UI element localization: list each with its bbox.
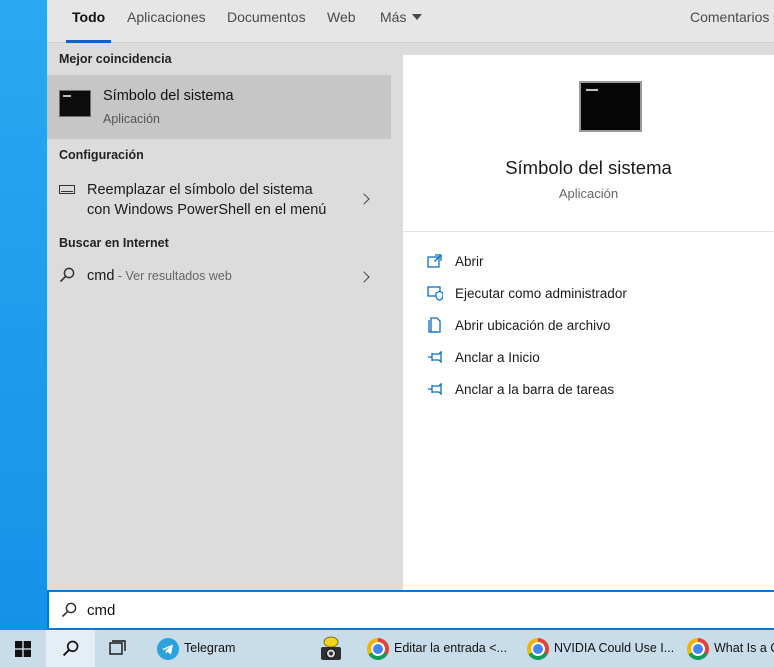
feedback-link[interactable]: Comentarios <box>690 0 769 43</box>
search-icon <box>62 640 79 657</box>
tab-apps[interactable]: Aplicaciones <box>127 0 206 43</box>
open-icon <box>427 254 442 268</box>
search-input[interactable] <box>87 599 687 621</box>
search-panel: Todo Aplicaciones Documentos Web Más Com… <box>47 0 774 630</box>
chevron-right-icon <box>358 193 370 205</box>
web-query: cmd <box>87 268 115 284</box>
chevron-down-icon <box>412 14 423 20</box>
tab-all[interactable]: Todo <box>65 0 112 43</box>
settings-heading: Configuración <box>59 148 144 162</box>
web-search-label: cmd - Ver resultados web <box>87 268 232 284</box>
setting-replace-powershell[interactable]: Reemplazar el símbolo del sistema con Wi… <box>47 177 391 221</box>
setting-label: Reemplazar el símbolo del sistema con Wi… <box>87 180 347 220</box>
chrome-icon <box>527 638 549 660</box>
chevron-right-icon <box>358 271 370 283</box>
chrome-icon <box>367 638 389 660</box>
telegram-icon <box>157 638 179 660</box>
best-match-name: Símbolo del sistema <box>103 88 234 104</box>
search-icon <box>61 602 77 618</box>
search-icon <box>59 267 75 283</box>
command-prompt-icon <box>59 90 91 117</box>
action-open[interactable]: Abrir <box>427 252 747 274</box>
setting-label-line2: con Windows PowerShell en el menú <box>87 202 327 218</box>
taskbar: Telegram Editar la entrada <... NVIDIA C… <box>0 630 774 667</box>
file-location-icon <box>428 317 441 333</box>
preview-header: Símbolo del sistema Aplicación <box>403 55 774 232</box>
camera-icon <box>321 636 341 660</box>
taskbar-camera-app[interactable] <box>319 630 345 667</box>
search-tabs: Todo Aplicaciones Documentos Web Más Com… <box>47 0 774 43</box>
shield-icon <box>427 286 443 301</box>
pin-icon <box>428 350 442 364</box>
desktop-background <box>0 0 47 630</box>
web-search-item[interactable]: cmd - Ver resultados web <box>47 263 391 293</box>
web-suffix: - Ver resultados web <box>114 269 232 283</box>
task-view-icon <box>109 640 126 655</box>
command-prompt-icon <box>579 81 642 132</box>
pin-icon <box>428 382 442 396</box>
tab-more[interactable]: Más <box>380 0 423 43</box>
taskbar-telegram-label: Telegram <box>184 641 236 655</box>
windows-logo-icon <box>15 641 31 657</box>
best-match-type: Aplicación <box>103 112 160 126</box>
start-button[interactable] <box>0 630 46 667</box>
preview-pane: Símbolo del sistema Aplicación Abrir Eje… <box>403 55 774 590</box>
tab-documents[interactable]: Documentos <box>227 0 306 43</box>
action-open-file-location-label: Abrir ubicación de archivo <box>455 318 611 333</box>
search-box[interactable] <box>47 590 774 630</box>
chrome-icon <box>687 638 709 660</box>
taskbar-window-1-label: Editar la entrada <... <box>394 641 507 655</box>
taskbar-window-2-label: NVIDIA Could Use I... <box>554 641 675 655</box>
tab-web[interactable]: Web <box>327 0 356 43</box>
taskbar-chrome-window-2[interactable]: NVIDIA Could Use I... <box>527 630 677 667</box>
action-pin-taskbar-label: Anclar a la barra de tareas <box>455 382 615 397</box>
action-run-as-admin-label: Ejecutar como administrador <box>455 286 627 301</box>
taskbar-chrome-window-3[interactable]: What Is a C <box>687 630 774 667</box>
keyboard-icon <box>59 185 75 194</box>
taskbar-window-3-label: What Is a C <box>714 641 774 655</box>
action-open-file-location[interactable]: Abrir ubicación de archivo <box>427 316 747 338</box>
taskbar-telegram[interactable]: Telegram <box>157 630 267 667</box>
action-pin-start[interactable]: Anclar a Inicio <box>427 348 747 370</box>
results-list: Mejor coincidencia Símbolo del sistema A… <box>47 43 391 590</box>
best-match-heading: Mejor coincidencia <box>59 52 172 66</box>
web-heading: Buscar en Internet <box>59 236 169 250</box>
action-pin-taskbar[interactable]: Anclar a la barra de tareas <box>427 380 747 402</box>
setting-label-line1: Reemplazar el símbolo del sistema <box>87 182 313 198</box>
action-run-as-admin[interactable]: Ejecutar como administrador <box>427 284 747 306</box>
action-pin-start-label: Anclar a Inicio <box>455 350 540 365</box>
tab-more-label: Más <box>380 9 407 25</box>
taskbar-search-button[interactable] <box>46 630 95 667</box>
taskbar-chrome-window-1[interactable]: Editar la entrada <... <box>367 630 517 667</box>
preview-title: Símbolo del sistema <box>505 157 672 178</box>
action-open-label: Abrir <box>455 254 484 269</box>
preview-subtitle: Aplicación <box>558 186 619 201</box>
best-match-item[interactable]: Símbolo del sistema Aplicación <box>47 75 391 139</box>
task-view-button[interactable] <box>95 630 141 667</box>
